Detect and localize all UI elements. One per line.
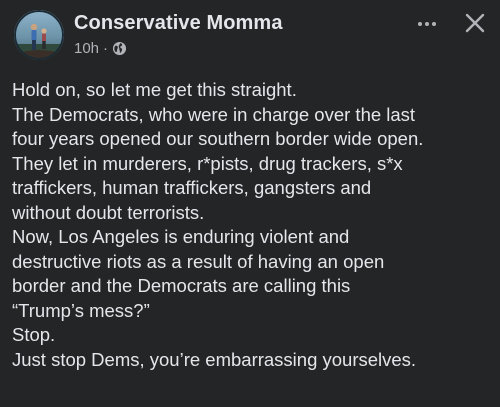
- post-line: traffickers, human traffickers, gangster…: [12, 177, 372, 198]
- post-author-name[interactable]: Conservative Momma: [74, 12, 283, 35]
- post-line: Stop.: [12, 324, 56, 345]
- post-meta: 10h ·: [74, 40, 127, 57]
- post-line: without doubt terrorists.: [12, 201, 205, 223]
- facebook-post: Conservative Momma 10h · Hold on, so let…: [0, 0, 500, 407]
- post-line: four years opened our southern border wi…: [12, 128, 424, 149]
- post-line: Now, Los Angeles is enduring violent and: [12, 226, 350, 247]
- post-line: border and the Democrats are calling thi…: [12, 275, 351, 296]
- close-icon[interactable]: [464, 12, 486, 34]
- post-body: Hold on, so let me get this straight. Th…: [12, 78, 492, 372]
- post-header: Conservative Momma 10h ·: [12, 8, 488, 64]
- meta-separator: ·: [103, 40, 109, 57]
- post-line: “Trump’s mess?”: [12, 299, 150, 321]
- avatar-image: [14, 10, 64, 60]
- post-line: Just stop Dems, you’re embarrassing your…: [12, 348, 417, 370]
- more-horizontal-icon[interactable]: [416, 14, 438, 34]
- post-line: The Democrats, who were in charge over t…: [12, 103, 416, 125]
- post-line: Hold on, so let me get this straight.: [12, 79, 297, 100]
- post-time[interactable]: 10h: [74, 40, 99, 57]
- globe-icon: [112, 41, 127, 56]
- post-line: destructive riots as a result of having …: [12, 250, 385, 272]
- avatar[interactable]: [14, 10, 64, 60]
- post-line: They let in murderers, r*pists, drug tra…: [12, 152, 403, 174]
